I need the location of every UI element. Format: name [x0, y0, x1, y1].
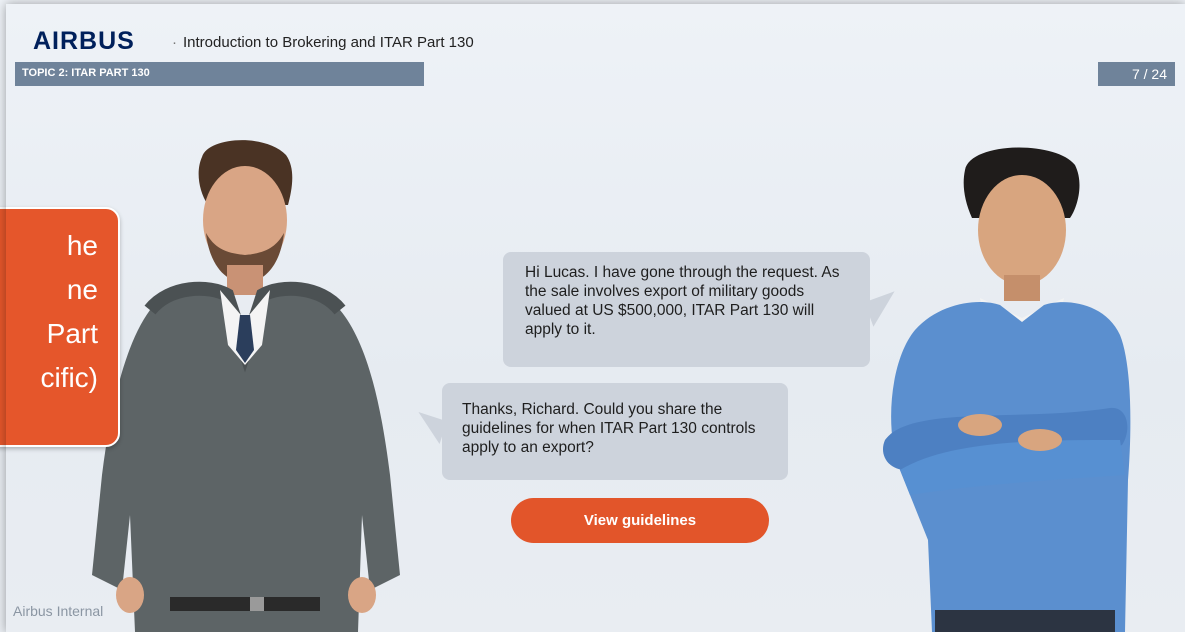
airbus-logo: AIRBUS: [33, 27, 135, 55]
richard-message: Hi Lucas. I have gone through the reques…: [525, 264, 840, 338]
annotation-callout: he ne Part cific): [0, 207, 120, 447]
richard-speech-bubble: Hi Lucas. I have gone through the reques…: [503, 252, 870, 367]
slide-header: AIRBUS · Introduction to Brokering and IT…: [0, 0, 1185, 90]
richard-illustration: [882, 147, 1131, 632]
lucas-illustration: [92, 140, 400, 632]
callout-line-2: ne: [66, 274, 98, 305]
course-slide: AIRBUS · Introduction to Brokering and IT…: [0, 0, 1185, 632]
course-title: · Introduction to Brokering and ITAR Part…: [172, 34, 474, 51]
page-counter: 7 / 24: [1098, 62, 1175, 86]
course-title-text: Introduction to Brokering and ITAR Part …: [183, 34, 474, 51]
callout-line-4: cific): [40, 362, 98, 393]
richard-character: [870, 140, 1135, 632]
lucas-speech-bubble: Thanks, Richard. Could you share the gui…: [442, 383, 788, 480]
classification-label: Airbus Internal: [13, 603, 104, 619]
topic-bar: TOPIC 2: ITAR PART 130: [15, 62, 424, 86]
title-bullet: ·: [172, 34, 177, 51]
callout-line-1: he: [66, 230, 98, 261]
lucas-character: [90, 135, 400, 632]
view-guidelines-button[interactable]: View guidelines: [511, 498, 769, 543]
lucas-message: Thanks, Richard. Could you share the gui…: [462, 401, 756, 456]
callout-line-3: Part: [46, 318, 98, 349]
